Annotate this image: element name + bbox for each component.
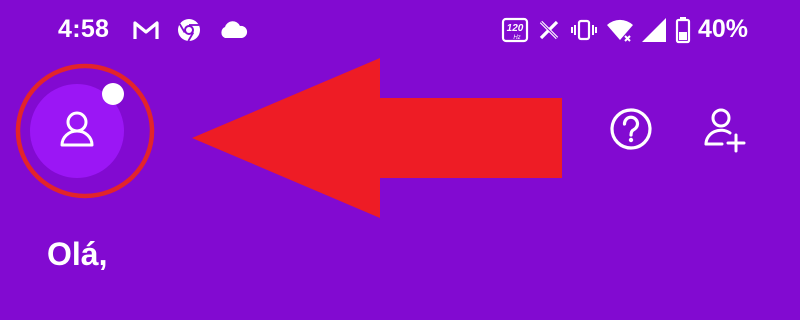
x-icon — [539, 20, 559, 40]
refresh-rate-unit: Hz — [513, 35, 520, 41]
wifi-icon — [607, 19, 633, 42]
gmail-icon — [133, 21, 159, 39]
cloud-icon — [221, 21, 248, 38]
battery-percent: 40% — [698, 15, 749, 43]
status-time: 4:58 — [58, 15, 110, 43]
refresh-rate-value: 120 — [507, 23, 524, 34]
vibrate-icon — [571, 19, 597, 41]
notification-dot — [102, 83, 124, 105]
signal-icon — [642, 18, 666, 42]
help-circle-icon — [610, 108, 652, 150]
battery-icon — [675, 17, 691, 44]
status-bar: 4:58 120 Hz 40% — [0, 0, 800, 62]
add-user-button[interactable] — [702, 104, 752, 154]
add-user-icon — [704, 108, 746, 153]
profile-avatar-button[interactable] — [15, 63, 155, 199]
greeting-text: Olá, — [47, 236, 108, 272]
help-button[interactable] — [608, 106, 654, 152]
annotation-arrow — [192, 58, 562, 218]
refresh-rate-icon: 120 Hz — [501, 17, 529, 43]
chrome-icon — [178, 19, 200, 42]
